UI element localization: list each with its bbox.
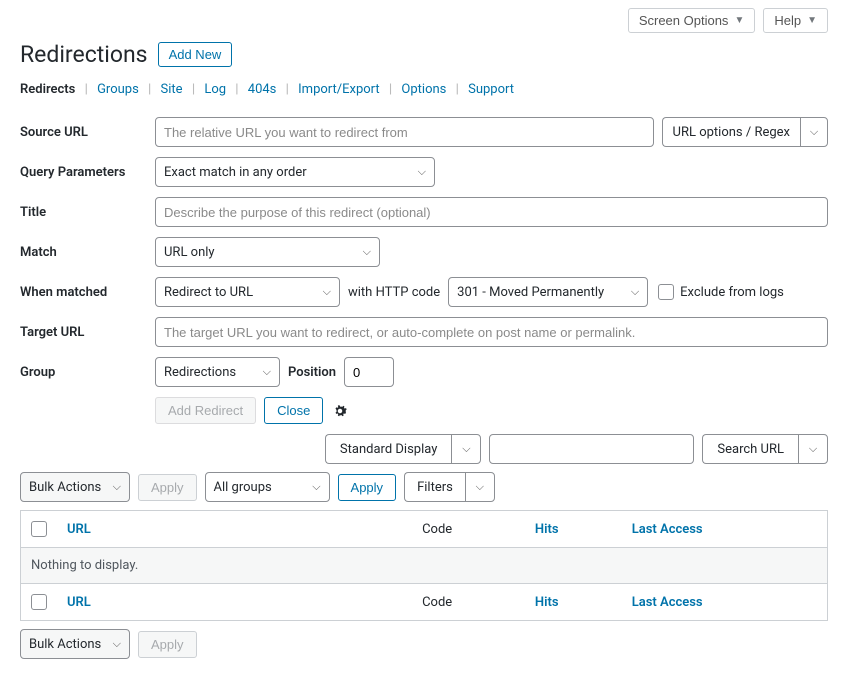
- search-input[interactable]: [489, 434, 694, 464]
- match-select[interactable]: URL only ⌵: [155, 237, 380, 267]
- when-matched-select[interactable]: Redirect to URL ⌵: [155, 277, 340, 307]
- bulk-actions-select[interactable]: Bulk Actions ⌵: [20, 472, 130, 502]
- chevron-down-icon: ⌵: [810, 125, 818, 139]
- http-code-select[interactable]: 301 - Moved Permanently ⌵: [448, 277, 648, 307]
- chevron-down-icon: ⌵: [263, 365, 271, 379]
- match-label: Match: [20, 245, 155, 260]
- target-url-label: Target URL: [20, 325, 155, 340]
- select-all-checkbox[interactable]: [31, 521, 47, 537]
- col-last-access-footer[interactable]: Last Access: [632, 595, 703, 610]
- col-last-access[interactable]: Last Access: [632, 522, 703, 537]
- gear-icon[interactable]: [331, 402, 349, 420]
- chevron-down-icon: ⌵: [113, 637, 121, 651]
- chevron-down-icon: ⌵: [323, 285, 331, 299]
- apply-bulk-button-bottom[interactable]: Apply: [138, 631, 197, 658]
- select-value: Redirect to URL: [164, 285, 253, 300]
- tab-groups[interactable]: Groups: [97, 82, 139, 97]
- group-select[interactable]: Redirections ⌵: [155, 357, 280, 387]
- help-button[interactable]: Help ▼: [763, 8, 828, 33]
- select-value: Exact match in any order: [164, 165, 307, 180]
- query-params-select[interactable]: Exact match in any order ⌵: [155, 157, 435, 187]
- chevron-down-icon: ⌵: [809, 442, 817, 456]
- col-code-footer: Code: [412, 584, 525, 621]
- col-url-footer[interactable]: URL: [67, 595, 91, 610]
- tab-import-export[interactable]: Import/Export: [298, 82, 380, 97]
- apply-bulk-button[interactable]: Apply: [138, 474, 197, 501]
- tab-options[interactable]: Options: [401, 82, 446, 97]
- tab-support[interactable]: Support: [468, 82, 514, 97]
- tab-site[interactable]: Site: [161, 82, 183, 97]
- chevron-down-icon: ⌵: [476, 480, 484, 494]
- target-url-input[interactable]: [155, 317, 828, 347]
- position-label: Position: [288, 365, 336, 380]
- position-input[interactable]: [344, 357, 394, 387]
- label: Help: [774, 13, 801, 28]
- http-code-label: with HTTP code: [348, 285, 440, 300]
- redirects-table: URL Code Hits Last Access Nothing to dis…: [20, 510, 828, 621]
- title-input[interactable]: [155, 197, 828, 227]
- group-label: Group: [20, 365, 155, 380]
- all-groups-select[interactable]: All groups ⌵: [205, 472, 330, 502]
- select-value: URL only: [164, 245, 215, 260]
- chevron-down-icon: ⌵: [462, 442, 470, 456]
- select-value: Bulk Actions: [29, 480, 101, 495]
- source-url-input[interactable]: [155, 117, 654, 147]
- chevron-down-icon: ⌵: [631, 285, 639, 299]
- tab-404s[interactable]: 404s: [248, 82, 277, 97]
- page-title: Redirections: [20, 41, 148, 68]
- close-button[interactable]: Close: [264, 397, 323, 424]
- tab-log[interactable]: Log: [204, 82, 226, 97]
- chevron-down-icon: ⌵: [312, 480, 320, 494]
- search-url-button[interactable]: Search URL: [702, 434, 798, 464]
- apply-filter-button[interactable]: Apply: [338, 474, 397, 501]
- query-params-label: Query Parameters: [20, 165, 155, 180]
- subnav: Redirects | Groups | Site | Log | 404s |…: [20, 82, 828, 97]
- screen-options-button[interactable]: Screen Options ▼: [628, 8, 756, 33]
- select-value: 301 - Moved Permanently: [457, 285, 604, 300]
- select-value: Bulk Actions: [29, 637, 101, 652]
- chevron-down-icon: ⌵: [113, 480, 121, 494]
- bulk-actions-select-bottom[interactable]: Bulk Actions ⌵: [20, 629, 130, 659]
- chevron-down-icon: ⌵: [418, 165, 426, 179]
- select-value: Redirections: [164, 365, 236, 380]
- source-url-label: Source URL: [20, 125, 155, 140]
- tab-redirects-active[interactable]: Redirects: [20, 82, 75, 97]
- url-options-button[interactable]: URL options / Regex: [662, 117, 800, 147]
- caret-down-icon: ▼: [734, 15, 744, 26]
- col-hits[interactable]: Hits: [535, 522, 559, 537]
- select-all-checkbox-footer[interactable]: [31, 594, 47, 610]
- add-redirect-button: Add Redirect: [155, 397, 256, 424]
- caret-down-icon: ▼: [807, 15, 817, 26]
- display-mode-caret[interactable]: ⌵: [451, 434, 481, 464]
- exclude-logs-checkbox[interactable]: [658, 284, 674, 300]
- filters-button[interactable]: Filters: [404, 472, 465, 502]
- search-url-caret[interactable]: ⌵: [798, 434, 828, 464]
- filters-caret[interactable]: ⌵: [465, 472, 495, 502]
- display-mode-button[interactable]: Standard Display: [325, 434, 451, 464]
- when-matched-label: When matched: [20, 285, 155, 300]
- add-new-button[interactable]: Add New: [158, 42, 233, 67]
- col-url[interactable]: URL: [67, 522, 91, 537]
- chevron-down-icon: ⌵: [363, 245, 371, 259]
- url-options-caret[interactable]: ⌵: [800, 117, 828, 147]
- select-value: All groups: [214, 480, 272, 495]
- label: Screen Options: [639, 13, 729, 28]
- empty-row: Nothing to display.: [21, 548, 828, 584]
- col-code: Code: [412, 511, 525, 548]
- title-label: Title: [20, 205, 155, 220]
- exclude-logs-label: Exclude from logs: [680, 285, 784, 300]
- col-hits-footer[interactable]: Hits: [535, 595, 559, 610]
